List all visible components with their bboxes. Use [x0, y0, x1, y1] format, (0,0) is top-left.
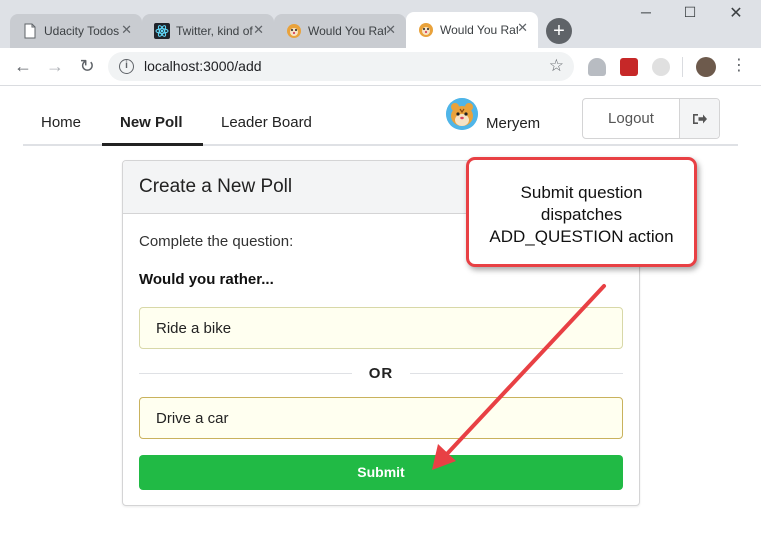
active-tab-indicator	[102, 143, 203, 146]
username: Meryem	[486, 115, 541, 132]
or-divider: OR	[139, 363, 623, 383]
tiger-icon	[418, 22, 434, 38]
close-icon[interactable]: ✕	[517, 20, 528, 36]
menu-icon[interactable]: ⋮	[728, 56, 750, 76]
browser-tabstrip: Udacity Todos ✕ Twitter, kind of ✕ Would…	[0, 0, 761, 48]
document-icon	[22, 23, 38, 39]
user-avatar	[446, 98, 478, 130]
minimize-icon[interactable]: ─	[626, 4, 666, 20]
tab-title: Would You Rather	[308, 24, 386, 38]
browser-tab[interactable]: Udacity Todos ✕	[10, 14, 142, 48]
profile-avatar[interactable]	[696, 57, 716, 77]
app-navbar: Home New Poll Leader Board Meryem Logout	[23, 96, 738, 146]
nav-item-leader-board[interactable]: Leader Board	[221, 114, 312, 131]
tiger-avatar-icon	[446, 98, 478, 130]
nav-item-home[interactable]: Home	[41, 114, 81, 131]
extension-icon[interactable]	[652, 58, 670, 76]
reload-icon[interactable]: ↻	[76, 56, 98, 76]
maximize-icon[interactable]: ☐	[670, 4, 710, 21]
page-title: Create a New Poll	[139, 176, 293, 197]
nav-item-new-poll[interactable]: New Poll	[120, 114, 183, 131]
close-window-icon[interactable]: ✕	[716, 3, 756, 23]
extension-icon[interactable]	[588, 58, 606, 76]
react-icon	[154, 23, 170, 39]
annotation-line: Submit question	[520, 183, 643, 202]
tab-title: Udacity Todos	[44, 24, 120, 38]
logout-label[interactable]: Logout	[583, 99, 679, 138]
info-icon[interactable]: i	[119, 59, 134, 74]
forward-icon[interactable]: →	[44, 56, 66, 76]
browser-toolbar: ← → ↻ i localhost:3000/add ☆ ⋮	[0, 48, 761, 86]
question-prompt: Complete the question:	[139, 233, 294, 250]
browser-tab[interactable]: Twitter, kind of ✕	[142, 14, 274, 48]
extension-icon[interactable]	[620, 58, 638, 76]
option-one-input[interactable]	[139, 307, 623, 349]
back-icon[interactable]: ←	[12, 56, 34, 76]
browser-tab-active[interactable]: Would You Rather ✕	[406, 12, 538, 48]
toolbar-divider	[682, 57, 683, 77]
tab-title: Twitter, kind of	[176, 24, 253, 38]
close-icon[interactable]: ✕	[385, 22, 396, 38]
tiger-icon	[286, 23, 302, 39]
option-two-input[interactable]	[139, 397, 623, 439]
url-text[interactable]: localhost:3000/add	[144, 58, 262, 74]
annotation-callout: Submit question dispatches ADD_QUESTION …	[466, 157, 697, 267]
bookmark-star-icon[interactable]: ☆	[549, 56, 564, 76]
submit-button[interactable]: Submit	[139, 455, 623, 490]
annotation-line: ADD_QUESTION action	[489, 227, 674, 246]
annotation-line: dispatches	[540, 205, 623, 224]
address-bar[interactable]: i localhost:3000/add ☆	[108, 52, 574, 81]
close-icon[interactable]: ✕	[253, 22, 264, 38]
new-tab-button[interactable]: +	[546, 18, 572, 44]
logout-button[interactable]: Logout	[582, 98, 720, 139]
would-you-rather-heading: Would you rather...	[139, 271, 274, 288]
sign-out-icon[interactable]	[679, 99, 719, 138]
divider-line	[410, 373, 623, 374]
close-icon[interactable]: ✕	[121, 22, 132, 38]
browser-tab[interactable]: Would You Rather ✕	[274, 14, 406, 48]
tab-title: Would You Rather	[440, 23, 518, 37]
